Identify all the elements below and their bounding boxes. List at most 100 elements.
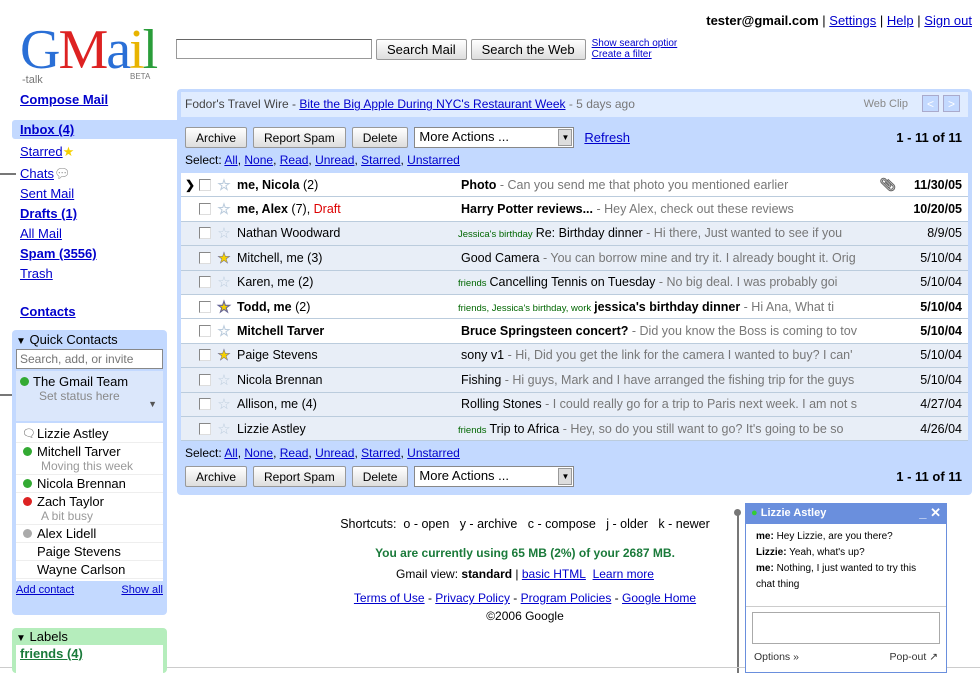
message-row[interactable]: ☆ Nicola Brennan Fishing - Hi guys, Mark… — [181, 368, 968, 392]
message-row[interactable]: ❯ ☆ me, Nicola (2) Photo - Can you send … — [181, 173, 968, 197]
refresh-link[interactable]: Refresh — [584, 130, 630, 145]
set-status[interactable]: Set status here — [20, 389, 159, 403]
sidebar-item-inbox[interactable]: Inbox (4) — [20, 122, 74, 137]
message-checkbox[interactable] — [199, 179, 211, 191]
contact-item[interactable]: Paige Stevens — [16, 543, 163, 561]
more-actions-select[interactable]: More Actions ...▼ — [414, 127, 574, 148]
select-unstarred[interactable]: Unstarred — [407, 153, 460, 167]
search-web-button[interactable]: Search the Web — [471, 39, 586, 60]
terms-link[interactable]: Terms of Use — [354, 591, 425, 605]
labels-header[interactable]: ▼ Labels — [12, 628, 167, 645]
star-icon[interactable]: ☆ — [215, 273, 233, 291]
archive-button[interactable]: Archive — [185, 466, 247, 487]
star-icon[interactable]: ☆ — [215, 420, 233, 438]
status-dropdown-icon[interactable]: ▼ — [148, 399, 157, 409]
help-link[interactable]: Help — [887, 13, 914, 28]
search-input[interactable] — [176, 39, 372, 59]
delete-button[interactable]: Delete — [352, 466, 409, 487]
contact-item[interactable]: Wayne Carlson — [16, 561, 163, 579]
report-spam-button[interactable]: Report Spam — [253, 466, 346, 487]
message-row[interactable]: ☆ Karen, me (2) friendsCancelling Tennis… — [181, 271, 968, 295]
search-mail-button[interactable]: Search Mail — [376, 39, 467, 60]
message-checkbox[interactable] — [199, 423, 211, 435]
label-friends[interactable]: friends (4) — [20, 646, 83, 661]
contact-search-input[interactable] — [16, 349, 163, 369]
select-none[interactable]: None — [244, 153, 273, 167]
chat-header[interactable]: ● Lizzie Astley_ ✕ — [746, 504, 946, 524]
star-icon[interactable]: ☆ — [215, 371, 233, 389]
quick-contacts-header[interactable]: ▼ Quick Contacts — [12, 330, 167, 349]
sidebar-item-all-mail[interactable]: All Mail — [20, 226, 62, 241]
sidebar-item-chats[interactable]: Chats — [20, 166, 54, 181]
select-unread[interactable]: Unread — [315, 153, 354, 167]
web-clip-prev-button[interactable]: < — [922, 95, 939, 112]
chat-input[interactable] — [752, 612, 940, 644]
contact-item[interactable]: 🗨︎Lizzie Astley — [16, 425, 163, 443]
my-status[interactable]: The Gmail Team Set status here ▼ — [16, 371, 163, 421]
show-all-link[interactable]: Show all — [121, 584, 163, 596]
message-row[interactable]: ☆ Allison, me (4) Rolling Stones - I cou… — [181, 393, 968, 417]
chat-options-link[interactable]: Options » — [754, 651, 799, 663]
message-checkbox[interactable] — [199, 349, 211, 361]
chat-popout-link[interactable]: Pop-out ↗ — [890, 651, 939, 663]
star-icon[interactable]: ☆ — [215, 395, 233, 413]
star-icon[interactable]: ☆ — [215, 176, 233, 194]
program-policies-link[interactable]: Program Policies — [521, 591, 612, 605]
basic-html-link[interactable]: basic HTML — [522, 567, 586, 581]
contact-item[interactable]: Alex Lidell — [16, 525, 163, 543]
sidebar-item-starred[interactable]: Starred — [20, 144, 63, 159]
contact-item[interactable]: Zach TaylorA bit busy — [16, 493, 163, 525]
select-all[interactable]: All — [224, 153, 237, 167]
google-home-link[interactable]: Google Home — [622, 591, 696, 605]
message-checkbox[interactable] — [199, 374, 211, 386]
signout-link[interactable]: Sign out — [924, 13, 972, 28]
show-search-options-link[interactable]: Show search optior — [592, 38, 678, 49]
close-icon[interactable]: ✕ — [930, 505, 941, 520]
message-checkbox[interactable] — [199, 276, 211, 288]
message-checkbox[interactable] — [199, 227, 211, 239]
select-all[interactable]: All — [224, 446, 237, 460]
star-icon[interactable]: ☆ — [215, 200, 233, 218]
select-starred[interactable]: Starred — [361, 446, 400, 460]
message-row[interactable]: ★ Paige Stevens sony v1 - Hi, Did you ge… — [181, 344, 968, 368]
more-actions-select[interactable]: More Actions ...▼ — [414, 466, 574, 487]
message-row[interactable]: ★ Mitchell, me (3) Good Camera - You can… — [181, 246, 968, 270]
sidebar-item-contacts[interactable]: Contacts — [20, 304, 76, 319]
star-icon[interactable]: ★ — [215, 249, 233, 267]
contact-item[interactable]: Nicola Brennan — [16, 475, 163, 493]
delete-button[interactable]: Delete — [352, 127, 409, 148]
message-row[interactable]: ★ Todd, me (2) friends, Jessica's birthd… — [181, 295, 968, 319]
message-row[interactable]: ☆ Nathan Woodward Jessica's birthdayRe: … — [181, 222, 968, 246]
settings-link[interactable]: Settings — [829, 13, 876, 28]
message-row[interactable]: ☆ me, Alex (7), Draft Harry Potter revie… — [181, 197, 968, 221]
message-checkbox[interactable] — [199, 252, 211, 264]
message-checkbox[interactable] — [199, 398, 211, 410]
sidebar-item-sent[interactable]: Sent Mail — [20, 186, 74, 201]
sidebar-item-trash[interactable]: Trash — [20, 266, 53, 281]
sidebar-item-drafts[interactable]: Drafts (1) — [20, 206, 77, 221]
select-unread[interactable]: Unread — [315, 446, 354, 460]
archive-button[interactable]: Archive — [185, 127, 247, 148]
select-read[interactable]: Read — [280, 446, 309, 460]
star-icon[interactable]: ☆ — [215, 224, 233, 242]
select-read[interactable]: Read — [280, 153, 309, 167]
minimize-icon[interactable]: _ — [919, 505, 926, 520]
add-contact-link[interactable]: Add contact — [16, 584, 74, 596]
message-row[interactable]: ☆ Mitchell Tarver Bruce Springsteen conc… — [181, 319, 968, 343]
privacy-link[interactable]: Privacy Policy — [435, 591, 510, 605]
message-checkbox[interactable] — [199, 203, 211, 215]
select-starred[interactable]: Starred — [361, 153, 400, 167]
message-checkbox[interactable] — [199, 325, 211, 337]
learn-more-link[interactable]: Learn more — [593, 567, 654, 581]
star-icon[interactable]: ★ — [215, 346, 233, 364]
sidebar-item-spam[interactable]: Spam (3556) — [20, 246, 97, 261]
compose-mail-link[interactable]: Compose Mail — [20, 92, 108, 107]
message-row[interactable]: ☆ Lizzie Astley friendsTrip to Africa - … — [181, 417, 968, 441]
web-clip-next-button[interactable]: > — [943, 95, 960, 112]
contact-item[interactable]: Mitchell TarverMoving this week — [16, 443, 163, 475]
star-icon[interactable]: ★ — [215, 298, 233, 316]
star-icon[interactable]: ☆ — [215, 322, 233, 340]
message-checkbox[interactable] — [199, 301, 211, 313]
select-unstarred[interactable]: Unstarred — [407, 446, 460, 460]
web-clip-link[interactable]: Bite the Big Apple During NYC's Restaura… — [299, 97, 565, 111]
